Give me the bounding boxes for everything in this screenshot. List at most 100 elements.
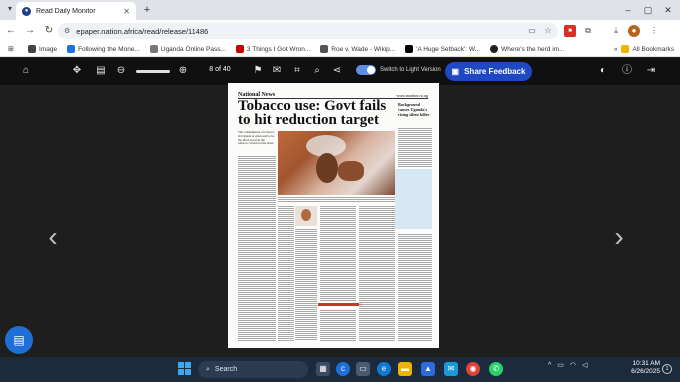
site-info-icon[interactable]: ⚙ bbox=[64, 27, 70, 35]
photo-hand bbox=[338, 161, 364, 181]
page-counter: 8 of 40 bbox=[209, 66, 231, 73]
reload-button[interactable]: ↻ bbox=[41, 23, 57, 39]
back-button[interactable]: ← bbox=[3, 23, 19, 39]
newspaper-page[interactable]: National News www.monitor.co.ug Tobacco … bbox=[228, 83, 439, 348]
bookmark-item[interactable]: Following the Mone... bbox=[67, 45, 140, 53]
prev-page-arrow-icon[interactable]: ‹ bbox=[43, 222, 63, 252]
feedback-chat-icon: ▣ bbox=[451, 67, 460, 76]
bookmarks-overflow-icon[interactable]: » bbox=[614, 46, 618, 53]
url-field[interactable]: ⚙ epaper.nation.africa/read/release/1148… bbox=[58, 23, 558, 39]
copilot-icon[interactable]: c bbox=[336, 362, 350, 376]
wifi-icon[interactable]: ◠ bbox=[570, 361, 576, 369]
volume-icon[interactable]: ◁ bbox=[582, 361, 587, 369]
tray-overflow-icon[interactable]: ^ bbox=[548, 362, 551, 369]
start-tile bbox=[178, 362, 184, 368]
share-feedback-label: Share Feedback bbox=[464, 67, 526, 76]
light-version-toggle[interactable] bbox=[356, 65, 376, 75]
extension-icon[interactable]: ■ bbox=[564, 25, 576, 37]
browser-tab[interactable]: ● Read Daily Monitor ✕ bbox=[16, 2, 136, 20]
taskbar-search-label: Search bbox=[214, 366, 238, 373]
bookmark-star-icon[interactable]: ☆ bbox=[542, 25, 554, 37]
columnist-face bbox=[301, 209, 311, 221]
new-tab-button[interactable]: + bbox=[140, 3, 154, 17]
toggle-knob bbox=[367, 66, 375, 74]
bookmark-icon[interactable]: ⚑ bbox=[251, 64, 265, 78]
close-window-button[interactable]: ✕ bbox=[658, 2, 678, 18]
next-page-arrow-icon[interactable]: › bbox=[609, 222, 629, 252]
site-url: www.monitor.co.ug bbox=[396, 93, 428, 98]
text-column bbox=[295, 228, 317, 341]
store-icon[interactable]: ▲ bbox=[421, 362, 435, 376]
extensions-puzzle-icon[interactable]: ⧉ bbox=[582, 25, 594, 37]
start-button[interactable] bbox=[178, 362, 192, 376]
text-column bbox=[278, 205, 294, 341]
bookmarks-bar: ⊞ Image Following the Mone... Uganda Onl… bbox=[0, 42, 680, 57]
bookmark-favicon-icon bbox=[67, 45, 76, 53]
task-view-icon[interactable]: ▦ bbox=[316, 362, 330, 376]
download-icon[interactable]: ⤓ bbox=[610, 25, 622, 37]
bookmark-item[interactable]: Image bbox=[28, 45, 57, 53]
edge-icon[interactable]: e bbox=[377, 362, 391, 376]
tab-search-icon[interactable]: ▾ bbox=[4, 4, 16, 16]
side-headline: Background causes Uganda's rising silent… bbox=[398, 102, 430, 117]
cast-icon[interactable]: ▭ bbox=[526, 25, 538, 37]
bookmark-item[interactable]: 'A Huge Setback': W... bbox=[405, 45, 480, 53]
taskbar-search[interactable]: ⌕ Search bbox=[198, 361, 308, 378]
apps-grid-icon[interactable]: ⊞ bbox=[8, 45, 18, 53]
bookmark-item[interactable]: Roe v. Wade - Wikip... bbox=[320, 45, 395, 53]
battery-icon[interactable]: ▭ bbox=[557, 361, 564, 369]
bookmark-favicon-icon bbox=[235, 45, 244, 53]
share-icon[interactable]: ⋖ bbox=[330, 64, 344, 78]
text-column bbox=[398, 233, 432, 341]
pull-quote-rule bbox=[318, 303, 362, 306]
zoom-in-icon[interactable]: ⊕ bbox=[176, 64, 190, 78]
photo-face bbox=[316, 153, 338, 183]
search-icon: ⌕ bbox=[206, 365, 210, 373]
folder-icon[interactable]: ▬ bbox=[398, 362, 412, 376]
bookmark-item[interactable]: Uganda Online Pass... bbox=[149, 45, 226, 53]
chat-button[interactable]: ▤ bbox=[5, 326, 33, 354]
text-column bbox=[359, 205, 395, 341]
start-tile bbox=[185, 362, 191, 368]
clock-date: 6/26/2025 bbox=[631, 368, 660, 375]
all-bookmarks-button[interactable]: All Bookmarks bbox=[621, 45, 674, 53]
whatsapp-icon[interactable]: ✆ bbox=[489, 362, 503, 376]
mail-icon[interactable]: ✉ bbox=[444, 362, 458, 376]
share-feedback-button[interactable]: ▣ Share Feedback bbox=[445, 62, 532, 81]
page-view-icon[interactable]: ▤ bbox=[94, 64, 108, 78]
home-icon[interactable]: ⌂ bbox=[19, 64, 33, 78]
tab-close-icon[interactable]: ✕ bbox=[123, 7, 130, 16]
crop-icon[interactable]: ⌗ bbox=[290, 64, 304, 78]
exit-icon[interactable]: ⇥ bbox=[644, 64, 658, 78]
chrome-menu-icon[interactable]: ⋮ bbox=[648, 25, 660, 37]
photo-caption bbox=[278, 196, 395, 202]
text-column bbox=[238, 155, 276, 341]
taskbar-clock[interactable]: 10:31 AM 6/26/2025 bbox=[624, 360, 660, 376]
bookmark-favicon-icon bbox=[320, 45, 329, 53]
bookmark-item[interactable]: Where's the herd im... bbox=[490, 45, 564, 53]
profile-avatar[interactable]: ● bbox=[628, 25, 640, 37]
theme-icon[interactable]: ◐ bbox=[596, 64, 610, 78]
url-text: epaper.nation.africa/read/release/11486 bbox=[76, 26, 209, 36]
folder-icon bbox=[621, 45, 630, 53]
start-tile bbox=[178, 369, 184, 375]
bookmark-item[interactable]: 3 Things I Got Wron... bbox=[235, 45, 310, 53]
zoom-slider[interactable] bbox=[136, 70, 170, 73]
bookmark-favicon-icon bbox=[490, 45, 499, 53]
system-tray: ^ ▭ ◠ ◁ bbox=[548, 361, 587, 370]
forward-button[interactable]: → bbox=[22, 23, 38, 39]
text-column bbox=[320, 205, 356, 301]
notification-badge[interactable]: 1 bbox=[662, 364, 672, 374]
article-photo bbox=[278, 131, 395, 195]
info-icon[interactable]: ⓘ bbox=[620, 64, 634, 78]
bookmark-favicon-icon bbox=[405, 45, 414, 53]
chrome-icon[interactable]: ◉ bbox=[466, 362, 480, 376]
zoom-out-icon[interactable]: ⊖ bbox=[114, 64, 128, 78]
navigate-icon[interactable]: ✥ bbox=[70, 64, 84, 78]
minimize-button[interactable]: – bbox=[618, 2, 638, 18]
file-explorer-icon[interactable]: ▭ bbox=[356, 362, 370, 376]
tab-favicon-icon: ● bbox=[22, 6, 31, 16]
search-icon[interactable]: ⌕ bbox=[310, 64, 324, 78]
maximize-button[interactable]: ▢ bbox=[638, 2, 658, 18]
gift-icon[interactable]: ✉ bbox=[270, 64, 284, 78]
